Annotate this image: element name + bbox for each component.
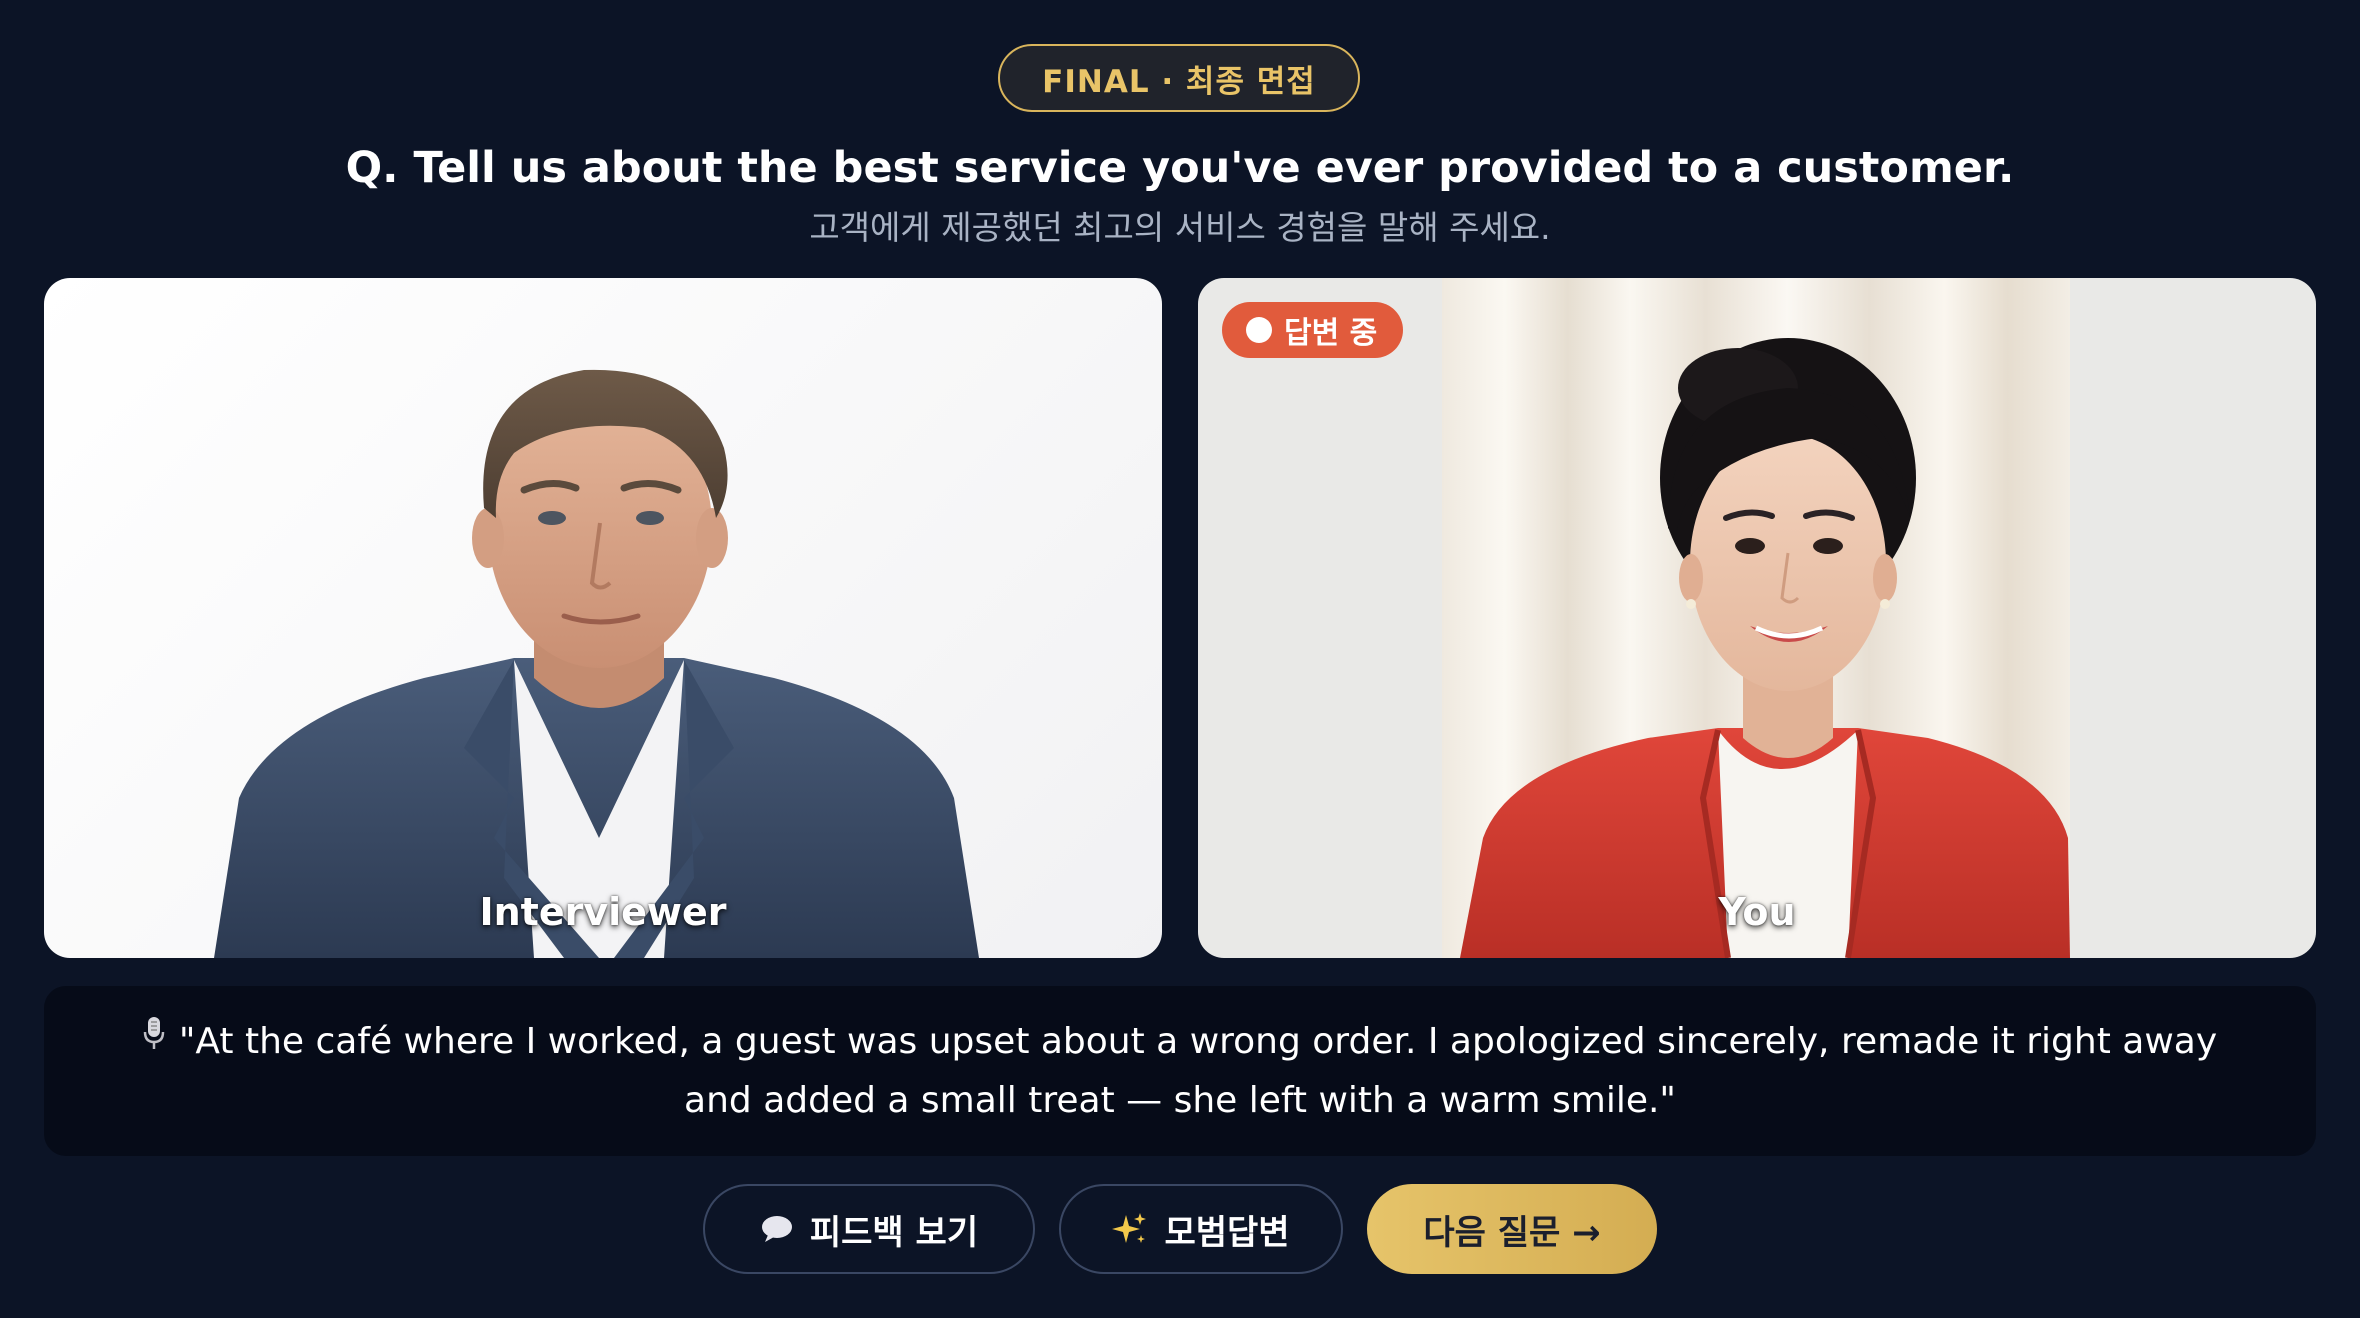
user-label: You bbox=[1718, 890, 1796, 934]
answer-transcript: "At the café where I worked, a guest was… bbox=[44, 986, 2316, 1156]
action-bar: 피드백 보기 모범답변 다음 질문 → bbox=[0, 1184, 2360, 1274]
stage-badge-label: FINAL · 최종 면접 bbox=[1042, 63, 1316, 100]
user-video-panel: 답변 중 You bbox=[1198, 278, 2316, 958]
speech-bubble-icon bbox=[760, 1214, 794, 1244]
transcript-text: "At the café where I worked, a guest was… bbox=[178, 1020, 2218, 1121]
sparkles-icon bbox=[1112, 1211, 1148, 1247]
model-answer-button[interactable]: 모범답변 bbox=[1059, 1184, 1343, 1274]
question-subtitle: 고객에게 제공했던 최고의 서비스 경험을 말해 주세요. bbox=[809, 208, 1551, 247]
stage-badge: FINAL · 최종 면접 bbox=[998, 44, 1360, 112]
next-question-label: 다음 질문 → bbox=[1423, 1212, 1601, 1253]
transcript-text-wrap: "At the café where I worked, a guest was… bbox=[124, 1013, 2236, 1130]
view-feedback-label: 피드백 보기 bbox=[809, 1212, 979, 1253]
question-title: Q. Tell us about the best service you've… bbox=[345, 143, 2015, 193]
interviewer-label: Interviewer bbox=[479, 890, 727, 934]
recording-dot-icon bbox=[1246, 317, 1272, 343]
view-feedback-button[interactable]: 피드백 보기 bbox=[703, 1184, 1035, 1274]
interviewer-video-panel: Interviewer bbox=[44, 278, 1162, 958]
answering-status-badge: 답변 중 bbox=[1222, 302, 1404, 358]
user-portrait bbox=[1442, 278, 2070, 958]
interviewer-portrait bbox=[214, 369, 979, 958]
model-answer-label: 모범답변 bbox=[1164, 1212, 1290, 1253]
microphone-icon bbox=[143, 1010, 165, 1068]
next-question-button[interactable]: 다음 질문 → bbox=[1367, 1184, 1657, 1274]
answering-status-label: 답변 중 bbox=[1284, 316, 1378, 351]
